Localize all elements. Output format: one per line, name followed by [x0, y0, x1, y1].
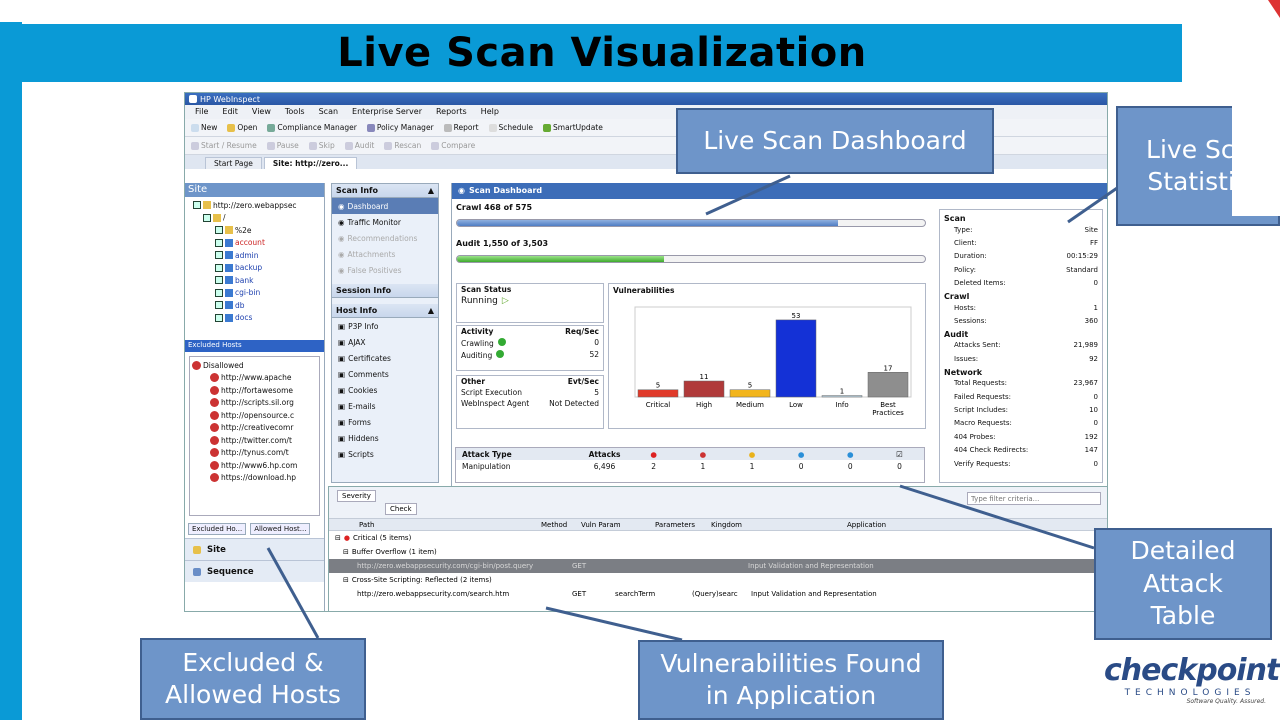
slide-edge-mask	[1232, 104, 1280, 216]
callout-connectors	[266, 174, 1121, 642]
checkpoint-logo: checkpoint TECHNOLOGIES Software Quality…	[1104, 653, 1280, 706]
callout-live-scan-dashboard: Live Scan Dashboard	[676, 108, 994, 174]
callout-detailed-attack-table: Detailed Attack Table	[1094, 528, 1272, 640]
callout-vulnerabilities-found: Vulnerabilities Found in Application	[638, 640, 944, 720]
callout-excluded-allowed-hosts: Excluded & Allowed Hosts	[140, 638, 366, 720]
